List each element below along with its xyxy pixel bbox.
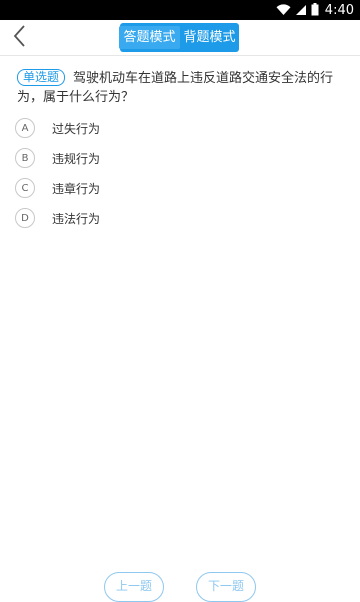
prev-question-button[interactable]: 上一题	[104, 572, 164, 602]
question-type-badge: 单选题	[17, 69, 66, 86]
option-text: 违章行为	[52, 181, 101, 196]
option-letter: C	[15, 178, 35, 198]
header: 答题模式 背题模式	[0, 20, 360, 56]
back-button[interactable]	[8, 24, 32, 52]
option-letter: B	[15, 148, 35, 168]
status-icons: 4:40	[276, 2, 354, 18]
wifi-icon	[276, 1, 291, 20]
status-time: 4:40	[324, 2, 354, 18]
option-d[interactable]: D 违法行为	[15, 203, 345, 233]
tab-review-mode[interactable]: 背题模式	[180, 26, 240, 49]
next-question-button[interactable]: 下一题	[196, 572, 256, 602]
signal-icon	[295, 1, 307, 20]
option-letter: D	[15, 208, 35, 228]
question: 单选题 驾驶机动车在道路上违反道路交通安全法的行为，属于什么行为？	[17, 69, 347, 107]
option-text: 违规行为	[52, 151, 101, 166]
bottom-nav: 上一题 下一题	[0, 570, 360, 602]
option-b[interactable]: B 违规行为	[15, 143, 345, 173]
chevron-left-icon	[13, 25, 27, 51]
mode-switch: 答题模式 背题模式	[119, 23, 240, 52]
battery-icon	[311, 1, 319, 20]
status-bar: 4:40	[0, 0, 360, 20]
option-letter: A	[15, 118, 35, 138]
option-text: 违法行为	[52, 211, 101, 226]
option-text: 过失行为	[52, 121, 101, 136]
options-list: A 过失行为 B 违规行为 C 违章行为 D 违法行为	[15, 113, 345, 233]
tab-answer-mode[interactable]: 答题模式	[119, 26, 180, 49]
option-a[interactable]: A 过失行为	[15, 113, 345, 143]
option-c[interactable]: C 违章行为	[15, 173, 345, 203]
